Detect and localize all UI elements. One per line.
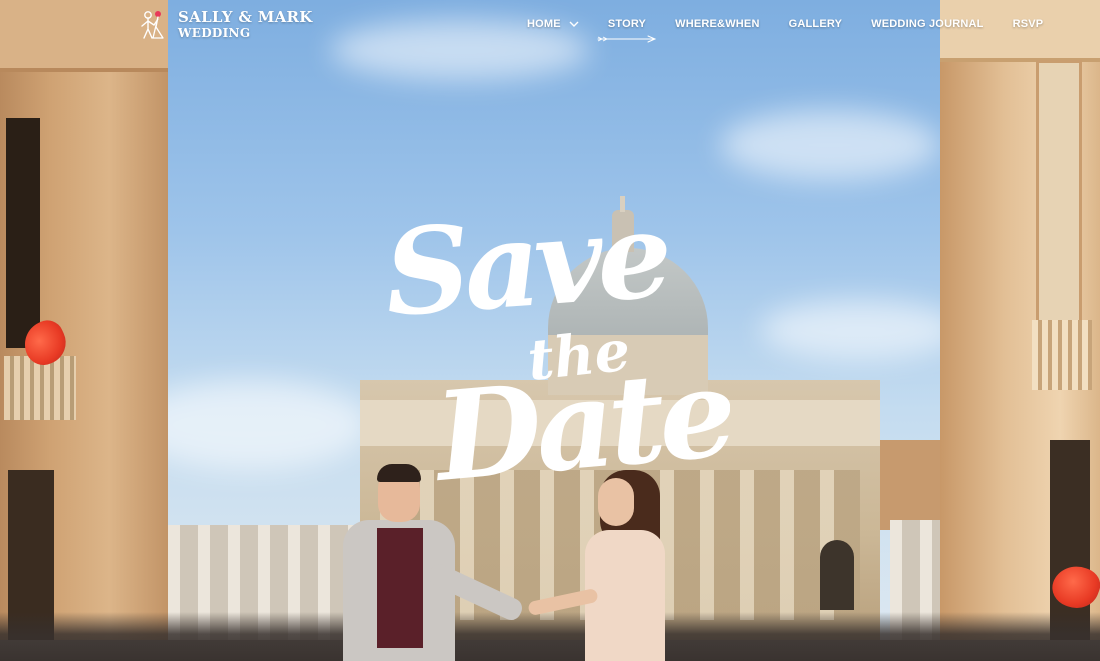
left-balcony [4,356,76,420]
hero-line-save: Save [380,195,671,343]
right-window [1036,60,1082,346]
brand-subtitle: WEDDING [178,25,251,40]
nav-gallery[interactable]: GALLERY [789,18,843,30]
brand-title: SALLY & MARK [178,7,313,26]
save-the-date-heading: Save the Date [380,185,737,510]
nav-where-when-label: WHERE&WHEN [675,18,760,30]
left-building [0,0,168,661]
nav-where-when[interactable]: WHERE&WHEN [675,18,760,30]
cloud [720,110,940,180]
nav-story[interactable]: STORY [597,18,657,43]
left-window [6,118,40,348]
nav-home[interactable]: HOME [527,18,579,30]
nav-wedding-journal-label: WEDDING JOURNAL [871,18,984,30]
hero-line-date: Date [427,340,730,495]
basilica-arch [820,540,854,610]
nav-wedding-journal[interactable]: WEDDING JOURNAL [871,18,983,30]
nav-rsvp[interactable]: RSVP [1013,18,1044,30]
nav-home-label: HOME [527,18,561,30]
right-balcony [1032,320,1092,390]
crowd [0,612,1100,661]
chevron-down-icon[interactable] [569,21,579,28]
brand-logo-link[interactable]: SALLY & MARK WEDDING [136,7,313,41]
right-cornice [940,0,1100,62]
save-the-date-lettering: Save the Date [380,185,737,510]
nav-story-label: STORY [607,18,647,30]
active-arrow-underline-icon [597,35,657,43]
groom-sweater [377,528,423,648]
brand-text: SALLY & MARK WEDDING [178,7,313,40]
couple-logo-icon [141,11,164,39]
main-navigation: HOME STORY WHERE&WHEN GALLERY WEDDING JO… [527,18,1044,43]
right-building [940,0,1100,661]
cloud [760,300,960,360]
nav-gallery-label: GALLERY [788,18,843,30]
nav-rsvp-label: RSVP [1012,18,1044,30]
